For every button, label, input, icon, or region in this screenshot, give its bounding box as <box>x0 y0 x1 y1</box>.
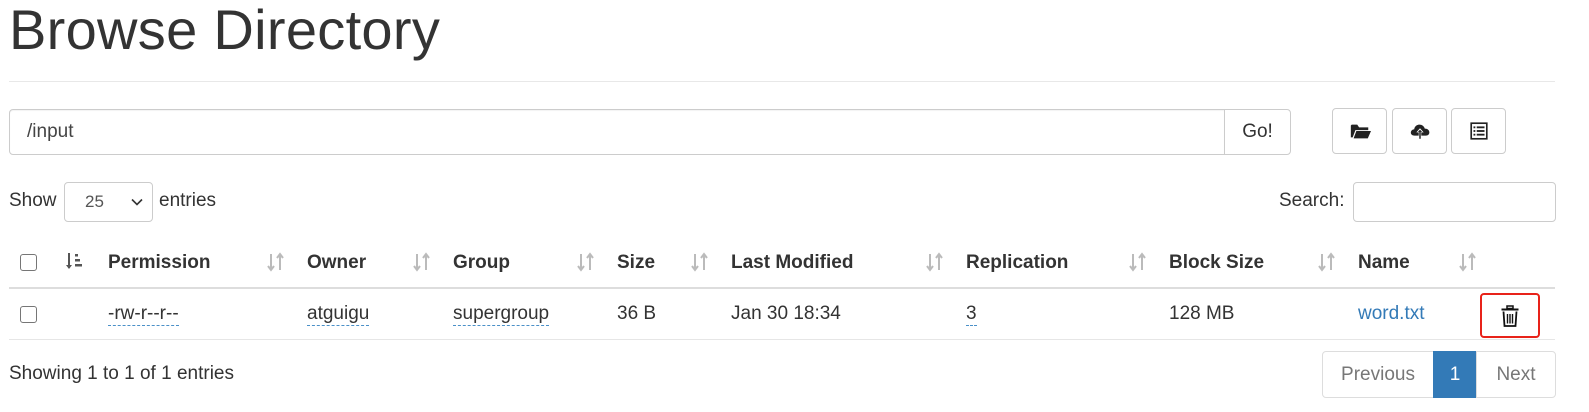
list-alt-icon <box>1469 122 1488 140</box>
chevron-down-icon <box>131 198 143 206</box>
cell-replication[interactable]: 3 <box>966 303 977 326</box>
column-header-block-size[interactable]: Block Size <box>1169 252 1264 274</box>
folder-open-icon <box>1350 124 1371 139</box>
cell-block-size: 128 MB <box>1169 303 1235 324</box>
sort-both-icon[interactable] <box>266 251 286 273</box>
create-directory-button[interactable] <box>1332 108 1387 154</box>
page-title: Browse Directory <box>9 0 441 61</box>
page-1-button[interactable]: 1 <box>1433 351 1477 398</box>
row-divider <box>9 339 1555 340</box>
show-label: Show <box>9 190 57 211</box>
sort-both-icon[interactable] <box>1317 251 1337 273</box>
cell-last-modified: Jan 30 18:34 <box>731 303 841 324</box>
sort-both-icon[interactable] <box>1458 251 1478 273</box>
pagination: Previous 1 Next <box>1322 351 1556 398</box>
trash-icon <box>1501 304 1519 327</box>
list-view-button[interactable] <box>1451 108 1506 154</box>
column-header-size[interactable]: Size <box>617 252 655 274</box>
sort-both-icon[interactable] <box>925 251 945 273</box>
file-name-link[interactable]: word.txt <box>1358 303 1425 325</box>
next-page-button[interactable]: Next <box>1476 351 1556 398</box>
column-header-group[interactable]: Group <box>453 252 510 274</box>
column-header-last-modified[interactable]: Last Modified <box>731 252 853 274</box>
title-divider <box>9 81 1555 82</box>
column-header-owner[interactable]: Owner <box>307 252 366 274</box>
search-input[interactable] <box>1353 182 1556 222</box>
entries-per-page-value: 25 <box>85 192 104 211</box>
delete-button[interactable] <box>1484 297 1536 334</box>
owner-value[interactable]: atguigu <box>307 303 370 326</box>
path-input[interactable] <box>9 109 1225 155</box>
sort-both-icon[interactable] <box>1128 251 1148 273</box>
previous-page-button[interactable]: Previous <box>1322 351 1434 398</box>
replication-value[interactable]: 3 <box>966 303 977 326</box>
table-info: Showing 1 to 1 of 1 entries <box>9 363 234 384</box>
search-label: Search: <box>1279 190 1345 211</box>
sort-both-icon[interactable] <box>412 251 432 273</box>
cell-size: 36 B <box>617 303 657 324</box>
upload-button[interactable] <box>1392 108 1447 154</box>
group-value[interactable]: supergroup <box>453 303 550 326</box>
row-checkbox[interactable] <box>20 306 37 323</box>
column-header-permission[interactable]: Permission <box>108 252 210 274</box>
sort-both-icon[interactable] <box>690 251 710 273</box>
select-all-checkbox[interactable] <box>20 254 37 271</box>
permission-value[interactable]: -rw-r--r-- <box>108 303 179 326</box>
header-divider <box>9 287 1555 289</box>
go-button[interactable]: Go! <box>1224 109 1291 155</box>
cell-owner[interactable]: atguigu <box>307 303 370 326</box>
column-header-name[interactable]: Name <box>1358 252 1410 274</box>
cell-group[interactable]: supergroup <box>453 303 550 326</box>
cloud-upload-icon <box>1410 124 1429 139</box>
sort-both-icon[interactable] <box>576 251 596 273</box>
column-header-replication[interactable]: Replication <box>966 252 1068 274</box>
entries-per-page-select[interactable]: 25 <box>64 182 153 222</box>
cell-permission[interactable]: -rw-r--r-- <box>108 303 179 326</box>
entries-label: entries <box>159 190 217 211</box>
sort-ascending-icon[interactable] <box>65 251 85 273</box>
